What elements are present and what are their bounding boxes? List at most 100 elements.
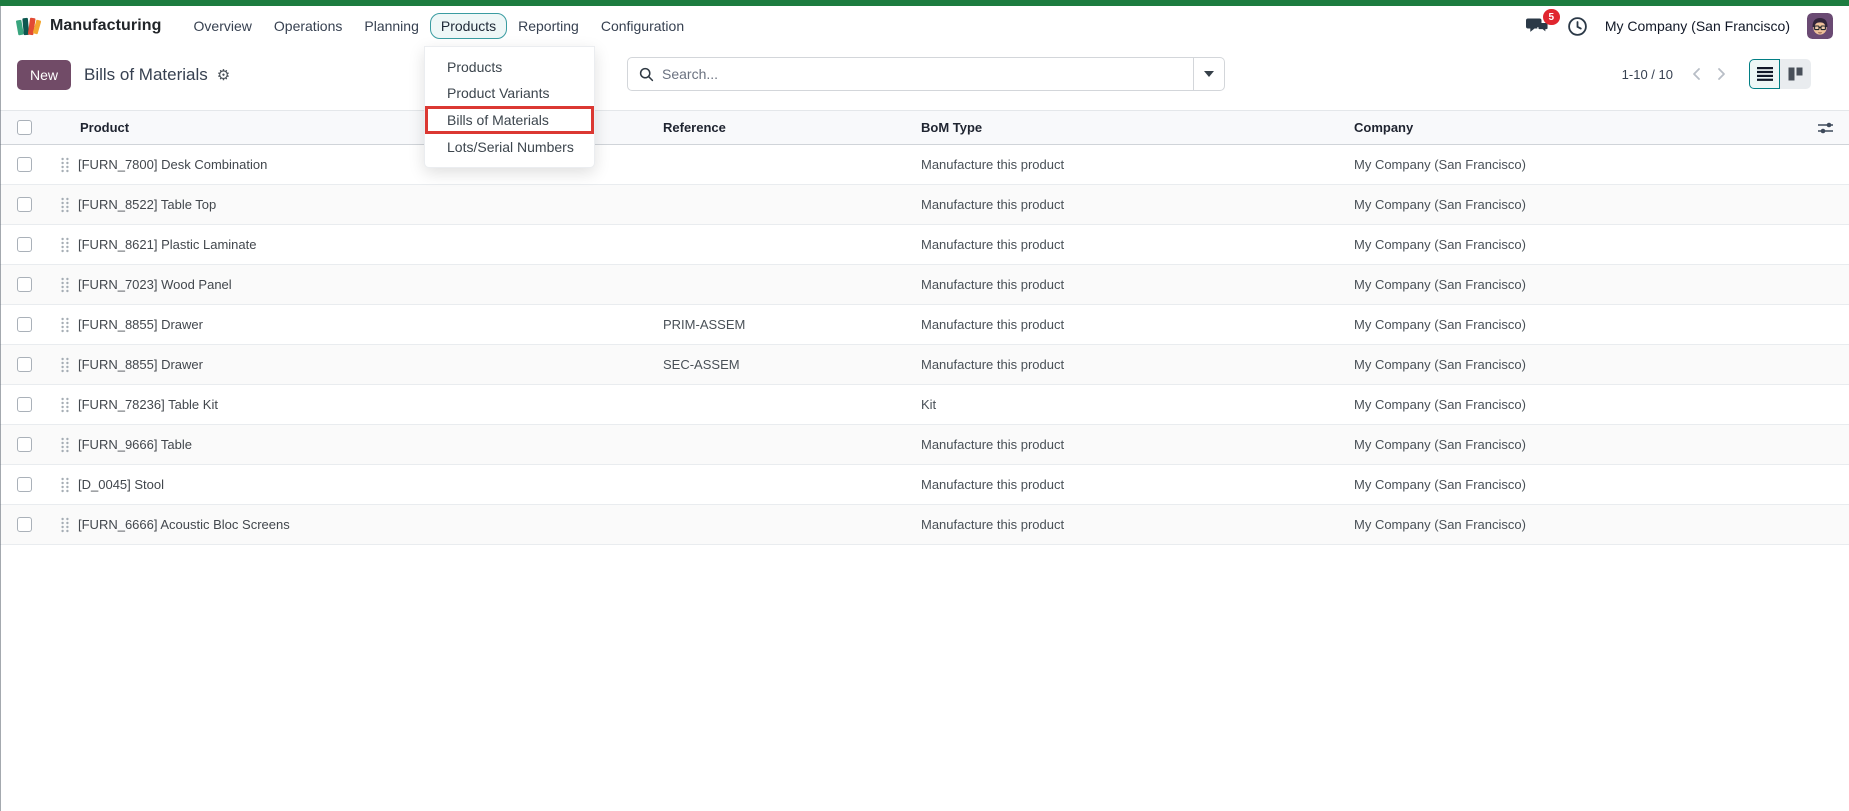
gear-icon[interactable]: ⚙ (217, 68, 230, 83)
select-all-checkbox[interactable] (17, 120, 32, 135)
table-row[interactable]: [FURN_7800] Desk Combination Manufacture… (0, 144, 1849, 185)
list-view-button[interactable] (1749, 59, 1780, 89)
search-input[interactable] (662, 66, 1193, 82)
table-row[interactable]: [FURN_7023] Wood Panel Manufacture this … (0, 264, 1849, 305)
nav-item-products[interactable]: Products (429, 13, 508, 39)
product-cell[interactable]: [FURN_78236] Table Kit (47, 384, 650, 425)
reference-cell[interactable] (650, 184, 908, 225)
reference-cell[interactable]: PRIM-ASSEM (650, 304, 908, 345)
table-row[interactable]: [FURN_78236] Table Kit Kit My Company (S… (0, 384, 1849, 425)
company-cell[interactable]: My Company (San Francisco) (1341, 144, 1790, 185)
bom-type-cell[interactable]: Manufacture this product (908, 224, 1341, 265)
table-row[interactable]: [FURN_8855] Drawer SEC-ASSEM Manufacture… (0, 344, 1849, 385)
drag-handle-icon[interactable] (60, 477, 70, 493)
row-checkbox[interactable] (17, 317, 32, 332)
product-cell[interactable]: [FURN_8855] Drawer (47, 344, 650, 385)
drag-handle-icon[interactable] (60, 517, 70, 533)
reference-cell[interactable] (650, 264, 908, 305)
search-box[interactable] (627, 57, 1194, 91)
select-all-cell[interactable] (0, 110, 47, 145)
product-cell[interactable]: [FURN_7023] Wood Panel (47, 264, 650, 305)
menu-item-lots-serial-numbers[interactable]: Lots/Serial Numbers (425, 134, 594, 160)
table-row[interactable]: [FURN_8855] Drawer PRIM-ASSEM Manufactur… (0, 304, 1849, 345)
product-cell[interactable]: [FURN_8855] Drawer (47, 304, 650, 345)
activities-button[interactable] (1567, 16, 1588, 37)
company-name[interactable]: My Company (San Francisco) (1605, 18, 1790, 34)
company-cell[interactable]: My Company (San Francisco) (1341, 184, 1790, 225)
kanban-view-button[interactable] (1780, 59, 1811, 89)
pager-value[interactable]: 1-10 / 10 (1622, 67, 1673, 82)
bom-type-cell[interactable]: Manufacture this product (908, 144, 1341, 185)
row-select-cell[interactable] (0, 224, 47, 265)
row-checkbox[interactable] (17, 517, 32, 532)
table-row[interactable]: [FURN_9666] Table Manufacture this produ… (0, 424, 1849, 465)
row-checkbox[interactable] (17, 477, 32, 492)
company-cell[interactable]: My Company (San Francisco) (1341, 344, 1790, 385)
company-cell[interactable]: My Company (San Francisco) (1341, 464, 1790, 505)
company-cell[interactable]: My Company (San Francisco) (1341, 384, 1790, 425)
row-select-cell[interactable] (0, 184, 47, 225)
user-avatar[interactable] (1807, 13, 1833, 39)
reference-cell[interactable]: SEC-ASSEM (650, 344, 908, 385)
row-checkbox[interactable] (17, 157, 32, 172)
product-cell[interactable]: [FURN_6666] Acoustic Bloc Screens (47, 504, 650, 545)
row-checkbox[interactable] (17, 197, 32, 212)
company-cell[interactable]: My Company (San Francisco) (1341, 504, 1790, 545)
row-select-cell[interactable] (0, 464, 47, 505)
row-select-cell[interactable] (0, 424, 47, 465)
column-header-reference[interactable]: Reference (650, 110, 908, 145)
search-expand-button[interactable] (1194, 57, 1225, 91)
product-cell[interactable]: [FURN_8522] Table Top (47, 184, 650, 225)
table-row[interactable]: [FURN_8522] Table Top Manufacture this p… (0, 184, 1849, 225)
table-row[interactable]: [FURN_8621] Plastic Laminate Manufacture… (0, 224, 1849, 265)
menu-item-bills-of-materials[interactable]: Bills of Materials (428, 109, 591, 131)
nav-item-overview[interactable]: Overview (183, 13, 263, 39)
row-select-cell[interactable] (0, 344, 47, 385)
app-switcher[interactable]: Manufacturing (0, 13, 162, 39)
row-select-cell[interactable] (0, 384, 47, 425)
menu-item-product-variants[interactable]: Product Variants (425, 80, 594, 106)
row-checkbox[interactable] (17, 277, 32, 292)
company-cell[interactable]: My Company (San Francisco) (1341, 304, 1790, 345)
drag-handle-icon[interactable] (60, 437, 70, 453)
bom-type-cell[interactable]: Kit (908, 384, 1341, 425)
bom-type-cell[interactable]: Manufacture this product (908, 424, 1341, 465)
nav-item-operations[interactable]: Operations (263, 13, 353, 39)
row-checkbox[interactable] (17, 357, 32, 372)
drag-handle-icon[interactable] (60, 237, 70, 253)
reference-cell[interactable] (650, 384, 908, 425)
product-cell[interactable]: [FURN_9666] Table (47, 424, 650, 465)
bom-type-cell[interactable]: Manufacture this product (908, 304, 1341, 345)
table-row[interactable]: [FURN_6666] Acoustic Bloc Screens Manufa… (0, 504, 1849, 545)
product-cell[interactable]: [FURN_8621] Plastic Laminate (47, 224, 650, 265)
drag-handle-icon[interactable] (60, 157, 70, 173)
column-header-company[interactable]: Company (1341, 110, 1790, 145)
row-checkbox[interactable] (17, 437, 32, 452)
company-cell[interactable]: My Company (San Francisco) (1341, 224, 1790, 265)
reference-cell[interactable] (650, 144, 908, 185)
messages-button[interactable]: 5 (1525, 9, 1560, 36)
drag-handle-icon[interactable] (60, 397, 70, 413)
reference-cell[interactable] (650, 424, 908, 465)
reference-cell[interactable] (650, 504, 908, 545)
nav-item-reporting[interactable]: Reporting (507, 13, 590, 39)
company-cell[interactable]: My Company (San Francisco) (1341, 264, 1790, 305)
nav-item-planning[interactable]: Planning (353, 13, 430, 39)
row-select-cell[interactable] (0, 504, 47, 545)
product-cell[interactable]: [D_0045] Stool (47, 464, 650, 505)
drag-handle-icon[interactable] (60, 197, 70, 213)
bom-type-cell[interactable]: Manufacture this product (908, 184, 1341, 225)
app-name[interactable]: Manufacturing (50, 17, 162, 35)
bom-type-cell[interactable]: Manufacture this product (908, 504, 1341, 545)
bom-type-cell[interactable]: Manufacture this product (908, 264, 1341, 305)
row-select-cell[interactable] (0, 264, 47, 305)
optional-columns-toggle[interactable] (1790, 110, 1849, 145)
bom-type-cell[interactable]: Manufacture this product (908, 344, 1341, 385)
reference-cell[interactable] (650, 464, 908, 505)
reference-cell[interactable] (650, 224, 908, 265)
drag-handle-icon[interactable] (60, 357, 70, 373)
nav-item-configuration[interactable]: Configuration (590, 13, 695, 39)
column-header-bom-type[interactable]: BoM Type (908, 110, 1341, 145)
pager-previous-button[interactable] (1683, 60, 1709, 88)
drag-handle-icon[interactable] (60, 277, 70, 293)
